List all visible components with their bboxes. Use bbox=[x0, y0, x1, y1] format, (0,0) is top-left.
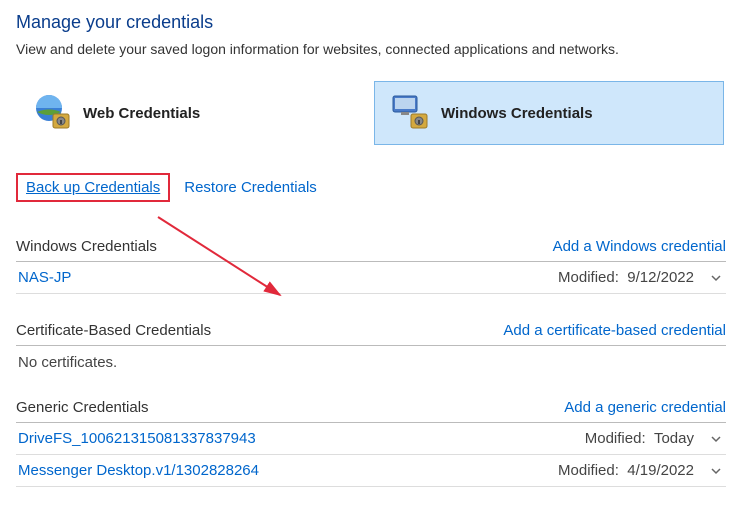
section-generic-credentials: Generic Credentials Add a generic creden… bbox=[16, 393, 726, 487]
credential-row[interactable]: NAS-JP Modified: 9/12/2022 bbox=[16, 262, 726, 294]
page-title: Manage your credentials bbox=[16, 12, 726, 33]
chevron-down-icon[interactable] bbox=[708, 463, 724, 479]
credential-row[interactable]: Messenger Desktop.v1/1302828264 Modified… bbox=[16, 455, 726, 487]
tab-label: Web Credentials bbox=[83, 105, 200, 122]
modified-label: Modified: 4/19/2022 bbox=[558, 462, 694, 479]
section-cert-credentials: Certificate-Based Credentials Add a cert… bbox=[16, 316, 726, 371]
section-title: Windows Credentials bbox=[16, 238, 157, 255]
tab-windows-credentials[interactable]: Windows Credentials bbox=[374, 81, 724, 145]
annotation-box: Back up Credentials bbox=[16, 173, 170, 202]
add-windows-credential-link[interactable]: Add a Windows credential bbox=[553, 238, 726, 255]
tab-web-credentials[interactable]: Web Credentials bbox=[16, 81, 366, 145]
credential-name[interactable]: DriveFS_100621315081337837943 bbox=[18, 430, 256, 447]
modified-label: Modified: 9/12/2022 bbox=[558, 269, 694, 286]
computer-safe-icon bbox=[389, 92, 431, 134]
action-links: Back up Credentials Restore Credentials bbox=[16, 173, 726, 202]
page-description: View and delete your saved logon informa… bbox=[16, 41, 726, 57]
restore-credentials-link[interactable]: Restore Credentials bbox=[184, 179, 317, 196]
tab-label: Windows Credentials bbox=[441, 105, 593, 122]
credential-tabs: Web Credentials Windows Credentials bbox=[16, 81, 726, 145]
credential-name[interactable]: NAS-JP bbox=[18, 269, 71, 286]
backup-credentials-link[interactable]: Back up Credentials bbox=[26, 179, 160, 196]
empty-message: No certificates. bbox=[16, 346, 726, 371]
section-title: Generic Credentials bbox=[16, 399, 149, 416]
add-generic-credential-link[interactable]: Add a generic credential bbox=[564, 399, 726, 416]
add-cert-credential-link[interactable]: Add a certificate-based credential bbox=[503, 322, 726, 339]
modified-label: Modified: Today bbox=[585, 430, 694, 447]
credential-row[interactable]: DriveFS_100621315081337837943 Modified: … bbox=[16, 423, 726, 455]
credential-name[interactable]: Messenger Desktop.v1/1302828264 bbox=[18, 462, 259, 479]
section-title: Certificate-Based Credentials bbox=[16, 322, 211, 339]
chevron-down-icon[interactable] bbox=[708, 270, 724, 286]
chevron-down-icon[interactable] bbox=[708, 431, 724, 447]
section-windows-credentials: Windows Credentials Add a Windows creden… bbox=[16, 232, 726, 294]
globe-safe-icon bbox=[31, 92, 73, 134]
